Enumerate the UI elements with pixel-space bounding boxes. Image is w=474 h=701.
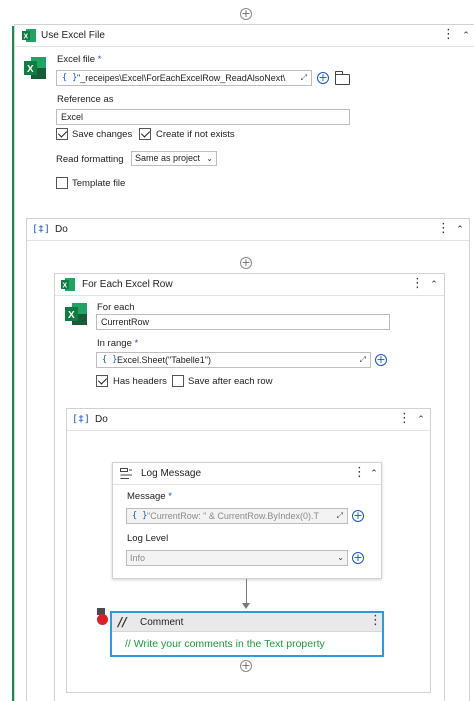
- svg-text:X: X: [27, 64, 34, 75]
- in-range-add-button[interactable]: +: [375, 354, 387, 366]
- comment-title: Comment: [140, 617, 184, 628]
- excel-file-value: "_receipes\Excel\ForEachExcelRow_ReadAls…: [77, 73, 286, 83]
- svg-text:X: X: [68, 310, 75, 321]
- flow-connector: [246, 579, 247, 605]
- comment-text: // Write your comments in the Text prope…: [125, 638, 325, 650]
- read-formatting-dropdown[interactable]: Same as project ⌄: [131, 151, 217, 166]
- log-level-value: Info: [130, 553, 146, 563]
- inner-do-title: Do: [95, 414, 108, 425]
- outer-do-collapse-icon[interactable]: ⌃: [454, 223, 466, 237]
- excel-large-icon: X: [65, 303, 87, 325]
- read-formatting-value: Same as project: [135, 153, 201, 163]
- breakpoint-icon[interactable]: [97, 614, 108, 625]
- has-headers-checkbox[interactable]: [96, 375, 108, 387]
- excel-file-input[interactable]: { } "_receipes\Excel\ForEachExcelRow_Rea…: [56, 70, 312, 86]
- expression-brace-icon: { }: [102, 355, 118, 365]
- log-message-collapse-icon[interactable]: ⌃: [368, 467, 380, 481]
- inner-do-menu-icon[interactable]: ⋮: [398, 412, 411, 427]
- sequence-icon: [‡]: [72, 414, 91, 425]
- for-each-label: For each: [97, 302, 135, 313]
- outer-do-menu-icon[interactable]: ⋮: [437, 222, 450, 237]
- create-if-not-exists-label: Create if not exists: [156, 129, 235, 140]
- comment-menu-icon[interactable]: ⋮: [369, 614, 382, 629]
- for-each-excel-row-collapse-icon[interactable]: ⌃: [428, 278, 440, 292]
- outer-do-title: Do: [55, 224, 68, 235]
- inner-do-header: [‡] Do ⋮ ⌃: [67, 409, 430, 431]
- browse-folder-icon[interactable]: [335, 71, 350, 85]
- use-excel-file-collapse-icon[interactable]: ⌃: [460, 29, 472, 43]
- comment-icon: //: [118, 615, 127, 629]
- in-range-input[interactable]: { } Excel.Sheet("Tabelle1") ⤢: [96, 352, 371, 368]
- read-formatting-label: Read formatting: [56, 154, 124, 165]
- excel-icon: X: [22, 29, 36, 42]
- expand-editor-icon[interactable]: ⤢: [360, 353, 366, 367]
- sequence-icon: [‡]: [32, 224, 51, 235]
- comment-activity[interactable]: // Comment ⋮ // Write your comments in t…: [110, 611, 384, 657]
- create-if-not-exists-checkbox[interactable]: [139, 128, 151, 140]
- for-each-excel-row-menu-icon[interactable]: ⋮: [411, 277, 424, 292]
- reference-as-value: Excel: [61, 112, 84, 122]
- chevron-down-icon: ⌄: [337, 553, 344, 562]
- reference-as-input[interactable]: Excel: [56, 109, 350, 125]
- use-excel-file-menu-icon[interactable]: ⋮: [442, 28, 455, 43]
- excel-icon: X: [61, 278, 75, 291]
- message-label: Message *: [127, 491, 172, 502]
- in-range-label: In range *: [97, 338, 139, 349]
- flow-arrow-head: [242, 603, 250, 609]
- log-message-menu-icon[interactable]: ⋮: [353, 466, 366, 481]
- log-message-header: Log Message ⋮ ⌃: [113, 463, 381, 485]
- for-each-value: CurrentRow: [101, 317, 150, 327]
- template-file-checkbox[interactable]: [56, 177, 68, 189]
- expand-editor-icon[interactable]: ⤢: [337, 509, 343, 523]
- message-value: "CurrentRow: " & CurrentRow.ByIndex(0).T: [147, 511, 319, 521]
- excel-file-label: Excel file *: [57, 54, 102, 65]
- save-changes-label: Save changes: [72, 129, 133, 140]
- save-changes-checkbox[interactable]: [56, 128, 68, 140]
- add-activity-top-button[interactable]: +: [240, 8, 252, 20]
- for-each-excel-row-title: For Each Excel Row: [82, 279, 173, 290]
- reference-as-label: Reference as: [57, 94, 114, 105]
- save-after-each-row-label: Save after each row: [188, 376, 273, 387]
- in-range-value: Excel.Sheet("Tabelle1"): [117, 355, 211, 365]
- inner-do-collapse-icon[interactable]: ⌃: [415, 413, 427, 427]
- for-each-excel-row-header: X For Each Excel Row ⋮ ⌃: [55, 274, 444, 296]
- outer-do-header: [‡] Do ⋮ ⌃: [27, 219, 469, 241]
- save-after-each-row-checkbox[interactable]: [172, 375, 184, 387]
- svg-text:X: X: [63, 283, 68, 290]
- add-activity-button[interactable]: +: [240, 257, 252, 269]
- log-message-icon: [120, 468, 132, 479]
- message-add-button[interactable]: +: [352, 510, 364, 522]
- svg-text:X: X: [24, 34, 29, 41]
- use-excel-file-title: Use Excel File: [41, 30, 105, 41]
- log-level-dropdown[interactable]: Info ⌄: [126, 550, 348, 566]
- log-message-title: Log Message: [141, 468, 202, 479]
- comment-header: // Comment ⋮: [112, 613, 382, 632]
- message-input[interactable]: { } "CurrentRow: " & CurrentRow.ByIndex(…: [126, 508, 348, 524]
- template-file-label: Template file: [72, 178, 126, 189]
- log-level-add-button[interactable]: +: [352, 552, 364, 564]
- add-activity-bottom-button[interactable]: +: [240, 660, 252, 672]
- excel-file-add-button[interactable]: +: [317, 72, 329, 84]
- for-each-input[interactable]: CurrentRow: [96, 314, 390, 330]
- has-headers-label: Has headers: [113, 376, 167, 387]
- expression-brace-icon: { }: [62, 73, 78, 83]
- excel-large-icon: X: [24, 57, 46, 79]
- expression-brace-icon: { }: [132, 511, 148, 521]
- log-level-label: Log Level: [127, 533, 169, 544]
- chevron-down-icon: ⌄: [206, 154, 213, 163]
- expand-editor-icon[interactable]: ⤢: [301, 71, 307, 85]
- use-excel-file-header: X Use Excel File ⋮ ⌃: [15, 25, 474, 47]
